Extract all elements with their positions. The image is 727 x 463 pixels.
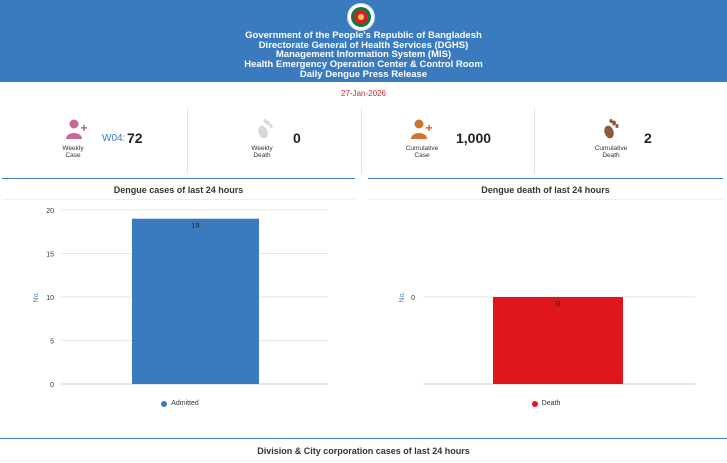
section-separator <box>0 460 727 461</box>
panel-top-border <box>2 178 355 179</box>
government-emblem-icon <box>347 3 375 31</box>
stat-value: 72 <box>127 130 143 146</box>
y-axis-label: No. <box>399 292 406 303</box>
division-section-title: Division & City corporation cases of las… <box>257 446 470 456</box>
legend-swatch-admitted <box>161 400 168 407</box>
y-tick-label: 10 <box>46 295 54 302</box>
bar-data-label: 19 <box>191 221 199 230</box>
stat-label-line2: Case <box>414 152 430 159</box>
stat-value: 1,000 <box>456 130 492 146</box>
stat-label-line2: Case <box>65 152 81 159</box>
death-chart-svg: 0 No. 0 <box>399 292 695 385</box>
death-chart: 0 No. 0 <box>366 200 726 396</box>
footprint-icon <box>604 119 619 139</box>
footprint-icon <box>258 119 273 139</box>
y-tick-label: 5 <box>50 339 54 346</box>
death-chart-title: Dengue death of last 24 hours <box>481 185 610 195</box>
bar-data-label: 0 <box>556 299 560 308</box>
legend-swatch-death <box>531 400 538 407</box>
bar <box>493 297 623 384</box>
report-date: 27-Jan-2026 <box>341 89 386 98</box>
stat-value: 2 <box>644 130 652 146</box>
section-top-border <box>0 438 727 439</box>
stat-weekly-death: Weekly Death 0 <box>188 104 361 174</box>
stat-label-line1: Cumulative <box>594 145 628 152</box>
legend-label-death: Death <box>541 400 561 407</box>
stat-label-line2: Death <box>253 152 271 159</box>
stats-row: Weekly Case W04: 72 Weekly Death 0 Cumul… <box>0 104 727 174</box>
cases-chart: 0 5 10 15 20 No. 19 <box>0 200 360 396</box>
cases-legend[interactable]: Admitted <box>0 400 360 407</box>
stat-weekly-case: Weekly Case W04: 72 <box>0 104 188 174</box>
legend-label-admitted: Admitted <box>171 400 199 407</box>
header-line-press-release: Daily Dengue Press Release <box>299 69 428 80</box>
stat-week-prefix: W04: <box>102 133 126 144</box>
y-tick-label: 0 <box>50 382 54 389</box>
stat-label-line1: Weekly <box>251 145 273 152</box>
stat-cumulative-death: Cumulative Death 2 <box>535 104 727 174</box>
person-plus-icon <box>411 119 432 139</box>
stat-label-line1: Weekly <box>62 145 84 152</box>
stat-label-line2: Death <box>602 152 620 159</box>
y-tick-label: 0 <box>411 295 415 302</box>
stat-value: 0 <box>293 130 301 146</box>
panel-top-border <box>368 178 723 179</box>
cases-chart-title: Dengue cases of last 24 hours <box>113 185 244 195</box>
y-tick-label: 20 <box>46 208 54 215</box>
death-legend[interactable]: Death <box>366 400 726 407</box>
y-axis-label: No. <box>33 292 40 303</box>
y-tick-label: 15 <box>46 252 54 259</box>
bar <box>132 218 259 384</box>
stat-label-line1: Cumulative <box>405 145 439 152</box>
cases-chart-svg: 0 5 10 15 20 No. 19 <box>33 208 328 389</box>
person-plus-icon <box>66 119 87 139</box>
stat-cumulative-case: Cumulative Case 1,000 <box>362 104 534 174</box>
page-header: Government of the People's Republic of B… <box>0 0 727 82</box>
